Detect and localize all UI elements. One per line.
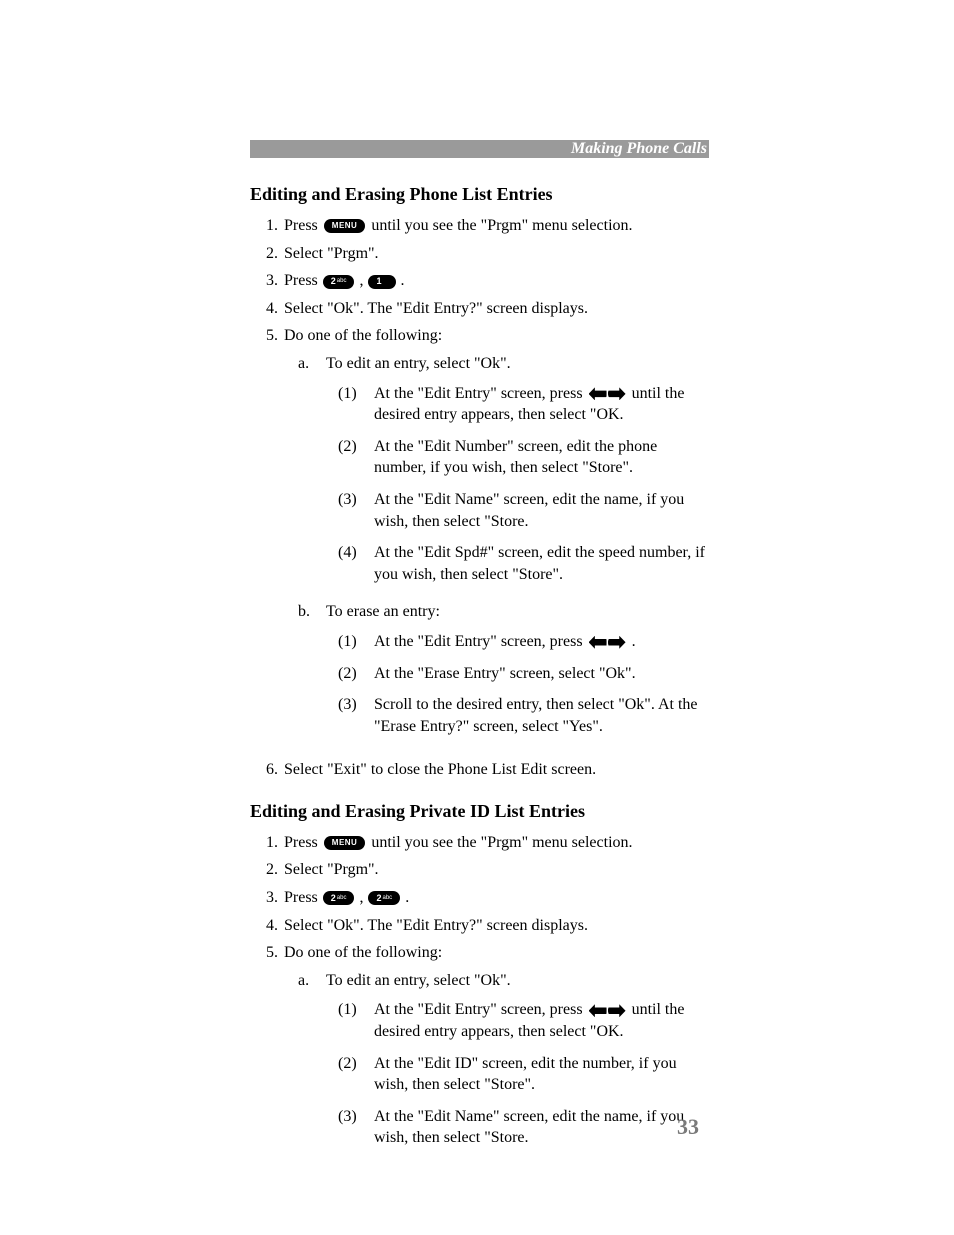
text: To erase an entry:: [326, 603, 440, 620]
text: At the "Erase Entry" screen, select "Ok"…: [374, 663, 709, 685]
text: At the "Edit ID" screen, edit the number…: [374, 1053, 709, 1096]
text: Press: [284, 889, 322, 906]
step: 1. Press MENU until you see the "Prgm" m…: [250, 832, 709, 854]
section-title-private-id: Editing and Erasing Private ID List Entr…: [250, 801, 709, 822]
running-header: Making Phone Calls: [250, 140, 709, 158]
text: Select "Prgm".: [284, 859, 709, 881]
list-item: (1) At the "Edit Entry" screen, press un…: [326, 383, 709, 426]
text: ,: [359, 889, 367, 906]
step: 4.Select "Ok". The "Edit Entry?" screen …: [250, 298, 709, 320]
text: .: [401, 272, 405, 289]
list-item: (3)At the "Edit Name" screen, edit the n…: [326, 489, 709, 532]
key-2-icon: 2abc: [323, 891, 355, 905]
text: Press: [284, 272, 322, 289]
text: until you see the "Prgm" menu selection.: [371, 217, 632, 234]
text: until you see the "Prgm" menu selection.: [371, 834, 632, 851]
subsubsteps: (1) At the "Edit Entry" screen, press un…: [326, 999, 709, 1149]
text: Press: [284, 834, 322, 851]
text: .: [405, 889, 409, 906]
page-number: 33: [677, 1114, 699, 1140]
text: Do one of the following:: [284, 327, 442, 344]
key-2-icon: 2abc: [368, 891, 400, 905]
text: At the "Edit Entry" screen, press: [374, 633, 587, 650]
text: .: [632, 633, 636, 650]
steps-phone-list: 1. Press MENU until you see the "Prgm" m…: [250, 215, 709, 781]
substeps: a. To edit an entry, select "Ok". (1) At…: [284, 970, 709, 1159]
text: At the "Edit Name" screen, edit the name…: [374, 489, 709, 532]
text: Scroll to the desired entry, then select…: [374, 694, 709, 737]
text: At the "Edit Number" screen, edit the ph…: [374, 436, 709, 479]
list-item: (2)At the "Edit Number" screen, edit the…: [326, 436, 709, 479]
nav-arrows-icon: [589, 387, 626, 400]
step: 4.Select "Ok". The "Edit Entry?" screen …: [250, 915, 709, 937]
step: 5. Do one of the following: a. To edit a…: [250, 325, 709, 753]
step: 2.Select "Prgm".: [250, 243, 709, 265]
step: 5. Do one of the following: a. To edit a…: [250, 942, 709, 1165]
list-item: (4)At the "Edit Spd#" screen, edit the s…: [326, 542, 709, 585]
text: Press: [284, 217, 322, 234]
text: At the "Edit Entry" screen, press: [374, 385, 587, 402]
step: 3. Press 2abc , 2abc .: [250, 887, 709, 909]
list-item: (2)At the "Edit ID" screen, edit the num…: [326, 1053, 709, 1096]
subsubsteps: (1) At the "Edit Entry" screen, press . …: [326, 631, 709, 737]
text: Select "Prgm".: [284, 243, 709, 265]
menu-button-icon: MENU: [324, 836, 366, 850]
text: Do one of the following:: [284, 944, 442, 961]
substep: b. To erase an entry: (1) At the "Edit E…: [284, 601, 709, 747]
substep: a. To edit an entry, select "Ok". (1) At…: [284, 353, 709, 595]
text: Select "Ok". The "Edit Entry?" screen di…: [284, 915, 709, 937]
list-item: (3)Scroll to the desired entry, then sel…: [326, 694, 709, 737]
text: At the "Edit Spd#" screen, edit the spee…: [374, 542, 709, 585]
key-1-icon: 1: [368, 275, 395, 289]
step: 1. Press MENU until you see the "Prgm" m…: [250, 215, 709, 237]
list-item: (1) At the "Edit Entry" screen, press .: [326, 631, 709, 653]
list-item: (1) At the "Edit Entry" screen, press un…: [326, 999, 709, 1042]
substep: a. To edit an entry, select "Ok". (1) At…: [284, 970, 709, 1159]
nav-arrows-icon: [589, 636, 626, 649]
text: ,: [359, 272, 367, 289]
section-title-phone-list: Editing and Erasing Phone List Entries: [250, 184, 709, 205]
text: At the "Edit Name" screen, edit the name…: [374, 1106, 709, 1149]
header-text: Making Phone Calls: [571, 140, 707, 157]
nav-arrows-icon: [589, 1004, 626, 1017]
text: To edit an entry, select "Ok".: [326, 972, 511, 989]
list-item: (3)At the "Edit Name" screen, edit the n…: [326, 1106, 709, 1149]
key-2-icon: 2abc: [323, 275, 355, 289]
text: At the "Edit Entry" screen, press: [374, 1001, 587, 1018]
step: 2.Select "Prgm".: [250, 859, 709, 881]
menu-button-icon: MENU: [324, 219, 366, 233]
list-item: (2)At the "Erase Entry" screen, select "…: [326, 663, 709, 685]
text: Select "Exit" to close the Phone List Ed…: [284, 759, 709, 781]
subsubsteps: (1) At the "Edit Entry" screen, press un…: [326, 383, 709, 586]
step: 6.Select "Exit" to close the Phone List …: [250, 759, 709, 781]
substeps: a. To edit an entry, select "Ok". (1) At…: [284, 353, 709, 747]
text: Select "Ok". The "Edit Entry?" screen di…: [284, 298, 709, 320]
text: To edit an entry, select "Ok".: [326, 355, 511, 372]
steps-private-id: 1. Press MENU until you see the "Prgm" m…: [250, 832, 709, 1165]
page: Making Phone Calls Editing and Erasing P…: [0, 0, 954, 1235]
step: 3. Press 2abc , 1 .: [250, 270, 709, 292]
